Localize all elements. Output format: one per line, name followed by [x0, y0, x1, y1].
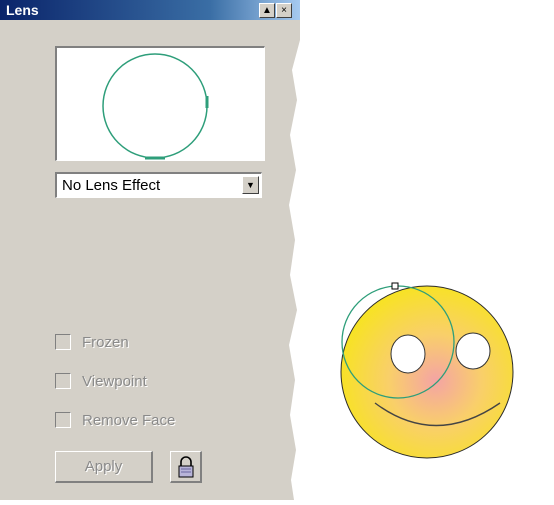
- lens-docker: Lens ▲ × No Lens Effect ▼ Frozen Viewpoi…: [0, 0, 300, 500]
- lens-preview: [55, 46, 265, 161]
- close-button[interactable]: ×: [276, 3, 292, 18]
- smiley-drawing[interactable]: [320, 270, 554, 500]
- chevron-down-icon[interactable]: ▼: [242, 176, 259, 194]
- frozen-label: Frozen: [82, 334, 129, 351]
- preview-lens-circle: [102, 53, 209, 160]
- minimize-button[interactable]: ▲: [259, 3, 275, 18]
- remove-face-checkbox[interactable]: [55, 412, 71, 428]
- frozen-checkbox[interactable]: [55, 334, 71, 350]
- remove-face-label: Remove Face: [82, 412, 176, 429]
- title-bar[interactable]: Lens ▲ ×: [0, 0, 300, 20]
- apply-button[interactable]: Apply: [55, 451, 153, 483]
- lock-icon: [178, 456, 194, 478]
- lens-type-value: No Lens Effect: [62, 177, 161, 194]
- lens-type-select[interactable]: No Lens Effect ▼: [55, 172, 262, 198]
- viewpoint-label: Viewpoint: [82, 373, 147, 390]
- viewpoint-checkbox[interactable]: [55, 373, 71, 389]
- lock-button[interactable]: [170, 451, 202, 483]
- window-title: Lens: [6, 2, 39, 18]
- drawing-canvas[interactable]: [320, 270, 554, 500]
